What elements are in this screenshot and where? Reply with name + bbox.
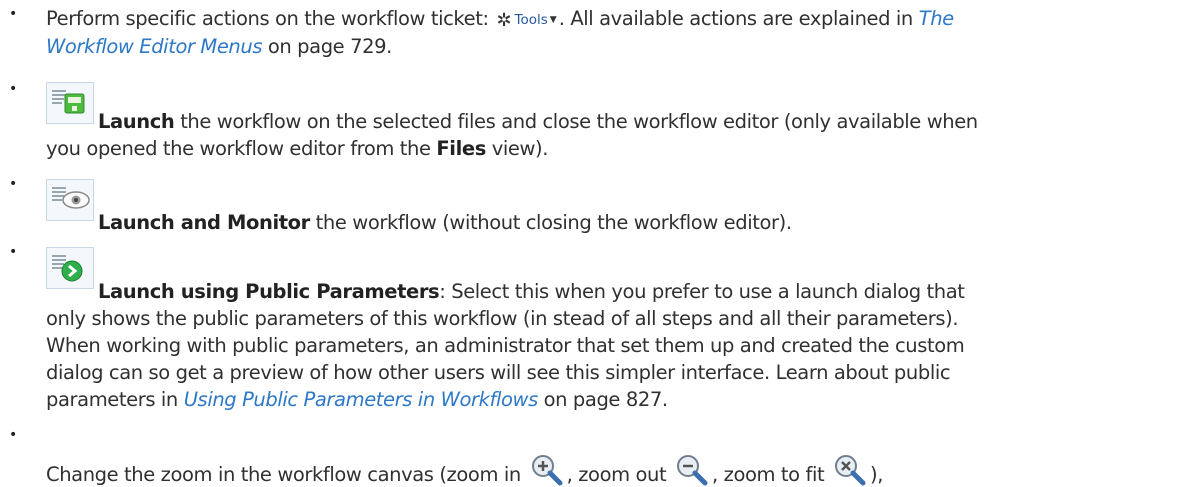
bold-term: Files [436,137,486,160]
text-line: Launch the workflow on the selected file… [98,110,978,134]
text: on page 729. [262,35,392,58]
text: ), [870,463,884,486]
bold-term: Launch using Public Parameters [98,280,440,303]
text-line: dialog can so get a preview of how other… [46,361,951,384]
zoom-to-fit-icon [835,455,866,486]
text: , zoom out [566,463,673,486]
text: parameters in [46,388,184,411]
tools-menu-button: ✲ Tools ▼ [496,8,556,33]
link-workflow-editor-menus[interactable]: Workflow Editor Menus [46,35,262,58]
bullet: • [9,427,17,443]
text: : Select this when you prefer to use a l… [439,280,965,303]
link-using-public-parameters[interactable]: Using Public Parameters in Workflows [184,388,539,411]
gear-icon: ✲ [496,10,512,31]
bullet: • [9,176,17,192]
link-workflow-editor-menus[interactable]: The [919,7,954,30]
text-line: Change the zoom in the workflow canvas (… [46,453,883,487]
bullet: • [9,81,17,97]
document-page: • Perform specific actions on the workfl… [0,0,1179,486]
text-line: Launch and Monitor the workflow (without… [98,211,792,235]
text-line: Workflow Editor Menus on page 729. [46,35,392,59]
text-line: parameters in Using Public Parameters in… [46,388,668,412]
text: the workflow on the selected files and c… [174,110,978,133]
text: Change the zoom in the workflow canvas (… [46,463,527,486]
text: on page 827. [537,388,668,411]
text-line: Launch using Public Parameters: Select t… [98,280,965,304]
text-line: you opened the workflow editor from the … [46,137,548,161]
text: , zoom to fit [712,463,831,486]
text-line: When working with public parameters, an … [46,334,965,357]
tools-label: Tools [514,12,548,28]
text: . All available actions are explained in [558,7,919,30]
bold-term: Launch [98,110,175,133]
launch-monitor-icon [46,179,94,221]
text-line: Perform specific actions on the workflow… [46,7,954,33]
zoom-in-icon [531,455,563,486]
bullet: • [9,244,17,260]
text: view). [485,137,549,160]
text-line: only shows the public parameters of this… [46,307,959,330]
zoom-out-icon [677,455,708,486]
launch-icon [46,82,94,124]
text: you opened the workflow editor from the [46,137,437,160]
text: the workflow (without closing the workfl… [309,211,792,234]
caret-down-icon: ▼ [549,15,557,25]
bold-term: Launch and Monitor [98,211,310,234]
launch-public-parameters-icon [46,247,94,289]
bullet: • [9,6,17,22]
text: Perform specific actions on the workflow… [46,7,495,30]
